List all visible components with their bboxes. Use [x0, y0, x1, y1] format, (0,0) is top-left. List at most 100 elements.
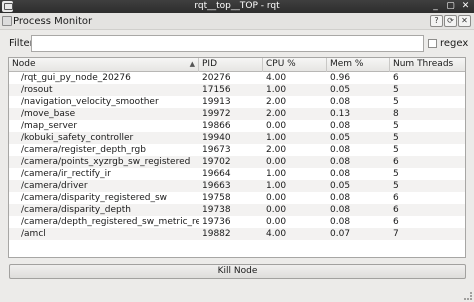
column-header-cpu[interactable]: CPU % — [263, 58, 327, 72]
cell-cpu: 2.00 — [266, 109, 287, 119]
cell-node: /camera/register_depth_rgb — [21, 145, 146, 155]
regex-checkbox[interactable] — [428, 39, 437, 48]
cell-pid: 19673 — [202, 145, 231, 155]
cell-threads: 5 — [393, 145, 399, 155]
cell-node: /camera/disparity_registered_sw — [21, 193, 168, 203]
close-window-icon[interactable]: ✕ — [460, 1, 471, 12]
column-header-mem[interactable]: Mem % — [327, 58, 390, 72]
table-row[interactable]: /rosout 17156 1.00 0.05 5 — [9, 84, 465, 96]
window-title: rqt__top__TOP - rqt — [194, 1, 280, 11]
cell-pid: 19664 — [202, 169, 231, 179]
cell-mem: 0.13 — [330, 109, 351, 119]
cell-threads: 5 — [393, 133, 399, 143]
cell-pid: 19972 — [202, 109, 231, 119]
regex-label[interactable]: regex — [440, 37, 468, 51]
cell-threads: 5 — [393, 121, 399, 131]
cell-pid: 20276 — [202, 73, 231, 83]
column-header-threads[interactable]: Num Threads — [390, 58, 465, 72]
cell-cpu: 2.00 — [266, 145, 287, 155]
plugin-icon — [2, 16, 12, 26]
cell-threads: 8 — [393, 109, 399, 119]
cell-cpu: 1.00 — [266, 181, 287, 191]
cell-pid: 19736 — [202, 217, 231, 227]
table-row[interactable]: /rqt_gui_py_node_20276 20276 4.00 0.96 6 — [9, 72, 465, 84]
reload-icon[interactable]: ⟳ — [444, 15, 457, 27]
cell-cpu: 0.00 — [266, 157, 287, 167]
cell-mem: 0.96 — [330, 73, 351, 83]
cell-cpu: 4.00 — [266, 73, 287, 83]
table-row[interactable]: /camera/disparity_depth 19738 0.00 0.08 … — [9, 204, 465, 216]
filter-row: Filter regex — [0, 34, 474, 54]
cell-threads: 5 — [393, 181, 399, 191]
kill-node-button[interactable]: Kill Node — [9, 264, 466, 279]
cell-node: /camera/driver — [21, 181, 88, 191]
cell-cpu: 1.00 — [266, 85, 287, 95]
cell-pid: 19702 — [202, 157, 231, 167]
table-row[interactable]: /camera/register_depth_rgb 19673 2.00 0.… — [9, 144, 465, 156]
rqt-window: rqt__top__TOP - rqt _ ▢ ✕ Process Monito… — [0, 0, 474, 302]
cell-mem: 0.08 — [330, 205, 351, 215]
cell-node: /camera/depth_registered_sw_metric_rect — [21, 217, 199, 227]
table-row[interactable]: /camera/disparity_registered_sw 19758 0.… — [9, 192, 465, 204]
cell-threads: 6 — [393, 217, 399, 227]
plugin-titlebar[interactable]: Process Monitor ? ⟳ ✕ — [0, 13, 474, 30]
table-row[interactable]: /navigation_velocity_smoother 19913 2.00… — [9, 96, 465, 108]
process-table[interactable]: Node ▲ PID CPU % Mem % Num Threads /rqt_… — [8, 57, 466, 258]
cell-pid: 19758 — [202, 193, 231, 203]
maximize-icon[interactable]: ▢ — [445, 1, 456, 12]
cell-threads: 7 — [393, 229, 399, 239]
cell-mem: 0.08 — [330, 169, 351, 179]
cell-threads: 6 — [393, 205, 399, 215]
cell-node: /navigation_velocity_smoother — [21, 97, 159, 107]
cell-pid: 19866 — [202, 121, 231, 131]
cell-pid: 19913 — [202, 97, 231, 107]
cell-node: /camera/ir_rectify_ir — [21, 169, 111, 179]
cell-node: /rosout — [21, 85, 53, 95]
table-row[interactable]: /camera/points_xyzrgb_sw_registered 1970… — [9, 156, 465, 168]
table-row[interactable]: /kobuki_safety_controller 19940 1.00 0.0… — [9, 132, 465, 144]
cell-pid: 19738 — [202, 205, 231, 215]
window-titlebar[interactable]: rqt__top__TOP - rqt _ ▢ ✕ — [0, 0, 474, 13]
table-row[interactable]: /amcl 19882 4.00 0.07 7 — [9, 228, 465, 240]
table-row[interactable]: /map_server 19866 0.00 0.08 5 — [9, 120, 465, 132]
cell-mem: 0.08 — [330, 97, 351, 107]
table-header: Node ▲ PID CPU % Mem % Num Threads — [9, 58, 465, 72]
close-plugin-icon[interactable]: ✕ — [458, 15, 471, 27]
cell-pid: 19663 — [202, 181, 231, 191]
table-row[interactable]: /camera/depth_registered_sw_metric_rect … — [9, 216, 465, 228]
cell-node: /rqt_gui_py_node_20276 — [21, 73, 131, 83]
table-body: /rqt_gui_py_node_20276 20276 4.00 0.96 6… — [9, 72, 465, 240]
cell-cpu: 2.00 — [266, 97, 287, 107]
cell-cpu: 1.00 — [266, 169, 287, 179]
cell-threads: 6 — [393, 73, 399, 83]
cell-cpu: 0.00 — [266, 217, 287, 227]
cell-node: /camera/disparity_depth — [21, 205, 131, 215]
cell-node: /kobuki_safety_controller — [21, 133, 134, 143]
cell-node: /amcl — [21, 229, 46, 239]
cell-mem: 0.08 — [330, 121, 351, 131]
cell-mem: 0.08 — [330, 193, 351, 203]
sort-ascending-icon: ▲ — [189, 60, 195, 68]
cell-mem: 0.05 — [330, 133, 351, 143]
help-icon[interactable]: ? — [430, 15, 443, 27]
cell-mem: 0.08 — [330, 157, 351, 167]
cell-node: /map_server — [21, 121, 78, 131]
cell-mem: 0.08 — [330, 145, 351, 155]
minimize-icon[interactable]: _ — [430, 1, 441, 12]
table-row[interactable]: /camera/driver 19663 1.00 0.05 5 — [9, 180, 465, 192]
column-header-pid[interactable]: PID — [199, 58, 263, 72]
cell-mem: 0.07 — [330, 229, 351, 239]
cell-mem: 0.08 — [330, 217, 351, 227]
cell-threads: 6 — [393, 157, 399, 167]
filter-input[interactable] — [31, 35, 424, 52]
table-row[interactable]: /move_base 19972 2.00 0.13 8 — [9, 108, 465, 120]
cell-threads: 6 — [393, 193, 399, 203]
cell-mem: 0.05 — [330, 85, 351, 95]
cell-cpu: 0.00 — [266, 193, 287, 203]
cell-cpu: 0.00 — [266, 121, 287, 131]
resize-grip-icon[interactable] — [464, 292, 472, 300]
cell-mem: 0.05 — [330, 181, 351, 191]
column-header-node[interactable]: Node ▲ — [9, 58, 199, 72]
cell-node: /move_base — [21, 109, 76, 119]
table-row[interactable]: /camera/ir_rectify_ir 19664 1.00 0.08 5 — [9, 168, 465, 180]
